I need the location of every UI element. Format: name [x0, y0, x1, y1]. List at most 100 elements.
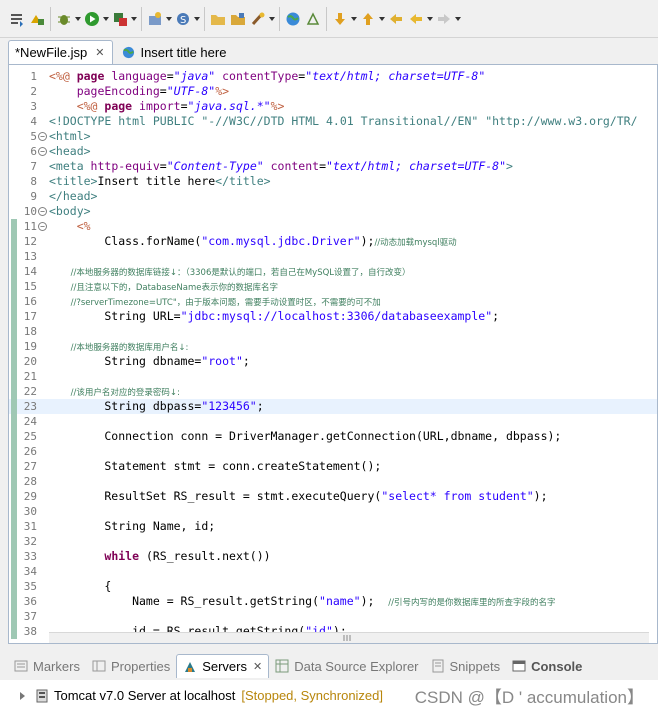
open-folder-icon-svg	[211, 14, 225, 25]
tab-servers-label: Servers	[202, 659, 247, 674]
code-line: 16 //?serverTimezone=UTC"，由于版本问题，需要手动设置时…	[9, 294, 657, 309]
open-type-icon[interactable]	[229, 10, 247, 28]
toolbar-group-open	[205, 6, 280, 31]
tomcat-server-icon	[36, 689, 48, 702]
fold-toggle-icon[interactable]: −	[38, 222, 47, 231]
external-tools-icon[interactable]	[111, 10, 129, 28]
search-brush-icon-svg	[251, 12, 265, 25]
tab-browser-preview[interactable]: Insert title here	[115, 40, 236, 64]
previous-annotation-dropdown-arrow[interactable]	[378, 10, 386, 28]
web-browser-globe-icon-svg	[286, 12, 300, 25]
run-play-icon[interactable]	[83, 10, 101, 28]
debug-dropdown-arrow[interactable]	[74, 10, 82, 28]
menu-list-icon[interactable]	[8, 10, 26, 28]
next-annotation-icon[interactable]	[331, 10, 349, 28]
fold-toggle-icon[interactable]: −	[38, 147, 47, 156]
line-number: 24	[23, 415, 37, 428]
annotation-icon[interactable]	[304, 10, 322, 28]
toggle-mark-icon-svg	[31, 14, 44, 25]
code-line: 15 //且注意以下的，DatabaseName表示你的数据库名字	[9, 279, 657, 294]
properties-icon	[92, 660, 106, 672]
web-browser-globe-icon[interactable]	[284, 10, 302, 28]
last-edit-location-icon[interactable]	[387, 10, 405, 28]
change-marker	[11, 474, 17, 489]
open-folder-icon[interactable]	[209, 10, 227, 28]
line-number: 19	[23, 340, 37, 353]
code-text: <!DOCTYPE html PUBLIC "-//W3C//DTD HTML …	[49, 114, 638, 128]
scrollbar-grip-icon[interactable]	[339, 634, 357, 642]
servers-icon	[185, 661, 196, 672]
new-server-dropdown-arrow[interactable]	[165, 10, 173, 28]
tab-console[interactable]: Console	[506, 654, 588, 678]
code-line: 28	[9, 474, 657, 489]
tab-markers-label: Markers	[33, 658, 80, 674]
line-number: 20	[23, 355, 37, 368]
tab-data-source-explorer[interactable]: Data Source Explorer	[269, 654, 424, 678]
code-text: pageEncoding="UTF-8"%>	[49, 84, 230, 98]
line-number: 35	[23, 580, 37, 593]
change-marker	[11, 369, 17, 384]
expand-arrow-icon[interactable]	[20, 691, 25, 700]
line-number: 31	[23, 520, 37, 533]
forward-dropdown-arrow[interactable]	[454, 10, 462, 28]
code-line: 12 Class.forName("com.mysql.jdbc.Driver"…	[9, 234, 657, 249]
code-line: 17 String URL="jdbc:mysql://localhost:33…	[9, 309, 657, 324]
close-icon[interactable]: ✕	[253, 660, 262, 673]
next-annotation-dropdown-arrow[interactable]	[350, 10, 358, 28]
code-text: <html>	[49, 129, 91, 143]
new-java-dropdown-arrow[interactable]	[193, 10, 201, 28]
search-brush-icon[interactable]	[249, 10, 267, 28]
fold-toggle-icon[interactable]: −	[38, 207, 47, 216]
tab-snippets[interactable]: Snippets	[425, 654, 507, 678]
line-number: 37	[23, 610, 37, 623]
tab-properties-label: Properties	[110, 658, 171, 674]
run-play-icon-svg	[85, 11, 99, 26]
next-annotation-icon-svg	[335, 12, 345, 25]
change-marker	[11, 249, 17, 264]
tab-markers[interactable]: Markers	[8, 654, 86, 678]
code-line: 14 //本地服务器的数据库链接↓：（3306是默认的端口，若自己在MySQL设…	[9, 264, 657, 279]
change-marker	[11, 264, 17, 279]
fold-toggle-icon[interactable]: −	[38, 132, 47, 141]
line-number: 29	[23, 490, 37, 503]
debug-bug-icon[interactable]	[55, 10, 73, 28]
change-marker	[11, 324, 17, 339]
line-number: 9	[30, 190, 37, 203]
code-line: 24	[9, 414, 657, 429]
change-marker	[11, 564, 17, 579]
line-number: 34	[23, 565, 37, 578]
code-editor[interactable]: 1 <%@ page language="java" contentType="t…	[8, 64, 658, 644]
change-marker	[11, 504, 17, 519]
code-line: 10− <body>	[9, 204, 657, 219]
previous-annotation-icon[interactable]	[359, 10, 377, 28]
close-icon[interactable]: ✕	[95, 46, 104, 59]
code-line: 19 //本地服务器的数据库用户名↓:	[9, 339, 657, 354]
code-text: String URL="jdbc:mysql://localhost:3306/…	[49, 309, 500, 323]
code-text: {	[49, 579, 112, 593]
line-number: 21	[23, 370, 37, 383]
line-number: 8	[30, 175, 37, 188]
code-text: </head>	[49, 189, 98, 203]
code-line: 5− <html>	[9, 129, 657, 144]
code-line: 4 <!DOCTYPE html PUBLIC "-//W3C//DTD HTML…	[9, 114, 657, 129]
horizontal-scrollbar[interactable]	[49, 632, 649, 643]
code-line: 8 <title>Insert title here</title>	[9, 174, 657, 189]
tab-properties[interactable]: Properties	[86, 654, 176, 678]
code-text: <%@ page import="java.sql.*"%>	[49, 99, 285, 113]
back-arrow-icon-svg	[410, 13, 422, 24]
console-icon	[512, 660, 526, 672]
code-line: 1 <%@ page language="java" contentType="t…	[9, 69, 657, 84]
change-marker	[11, 609, 17, 624]
tab-newfile-jsp[interactable]: *NewFile.jsp ✕	[8, 40, 114, 64]
external-tools-dropdown-arrow[interactable]	[130, 10, 138, 28]
run-dropdown-arrow[interactable]	[102, 10, 110, 28]
back-arrow-icon[interactable]	[407, 10, 425, 28]
back-dropdown-arrow[interactable]	[426, 10, 434, 28]
forward-arrow-icon[interactable]	[435, 10, 453, 28]
search-dropdown-arrow[interactable]	[268, 10, 276, 28]
toggle-mark-icon[interactable]	[28, 10, 46, 28]
new-java-icon[interactable]: S	[174, 10, 192, 28]
new-server-icon[interactable]	[146, 10, 164, 28]
tab-servers[interactable]: Servers ✕	[176, 654, 270, 678]
code-text: ResultSet RS_result = stmt.executeQuery(…	[49, 489, 548, 503]
